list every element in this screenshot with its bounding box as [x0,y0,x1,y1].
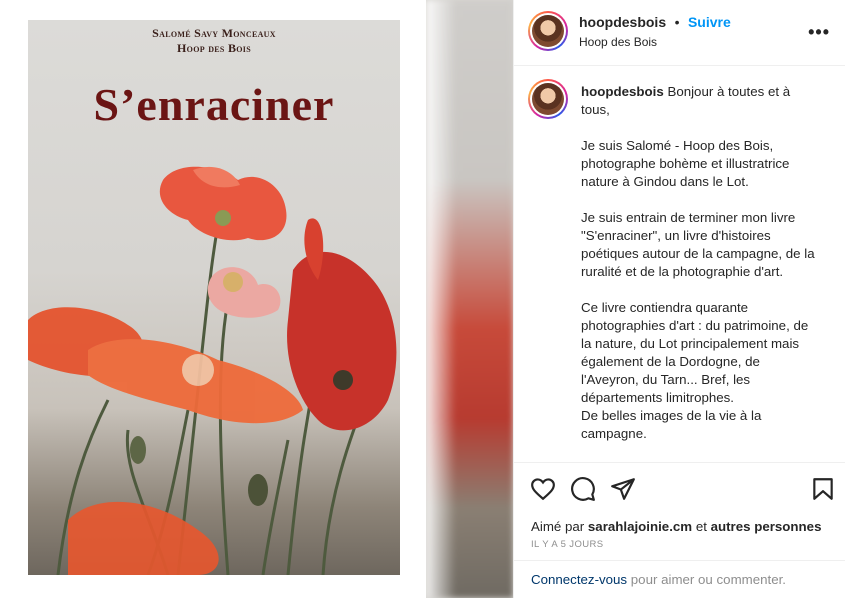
cover-author-name: Salomé Savy Monceaux [152,26,276,40]
heart-icon[interactable] [530,476,556,502]
caption-area: hoopdesbois Bonjour à toutes et à tous, … [514,67,845,463]
cover-author-brand: Hoop des Bois [177,41,251,55]
likes-summary: Aimé par sarahlajoinie.cm et autres pers… [531,519,821,534]
cover-title: S’enraciner [93,79,335,130]
cover-author: Salomé Savy Monceaux Hoop des Bois [28,26,400,56]
poppy-bottom [68,501,219,575]
poppy-pink [207,267,281,318]
likes-prefix: Aimé par [531,519,588,534]
poppy-left [28,307,303,424]
follow-button[interactable]: Suivre [688,14,731,30]
blurred-background [426,0,513,598]
post-panel: hoopdesbois • Suivre Hoop des Bois ••• h… [513,0,845,598]
location-link[interactable]: Hoop des Bois [579,35,657,49]
post-timestamp[interactable]: IL Y A 5 JOURS [531,539,604,550]
header-username[interactable]: hoopdesbois [579,14,666,30]
book-cover: Salomé Savy Monceaux Hoop des Bois S’enr… [28,20,400,575]
caption-body: Bonjour à toutes et à tous, Je suis Salo… [581,84,815,441]
action-bar [514,470,845,510]
comment-icon[interactable] [570,476,596,502]
post-header: hoopdesbois • Suivre Hoop des Bois ••• [514,0,845,66]
separator-dot: • [674,14,680,30]
caption-username[interactable]: hoopdesbois [581,84,664,99]
send-icon[interactable] [610,476,636,502]
poppy-right [287,218,397,431]
likes-middle: et [692,519,711,534]
login-link[interactable]: Connectez-vous [531,572,627,587]
caption-text: hoopdesbois Bonjour à toutes et à tous, … [581,83,816,443]
caption-profile-photo [532,83,564,115]
other-likers-link[interactable]: autres personnes [711,519,822,534]
post-image[interactable]: Salomé Savy Monceaux Hoop des Bois S’enr… [0,0,513,598]
login-prompt: Connectez-vous pour aimer ou commenter. [514,560,845,598]
caption-avatar[interactable] [528,79,568,119]
login-prompt-text: pour aimer ou commenter. [627,572,786,587]
avatar[interactable] [528,11,568,51]
bookmark-icon[interactable] [810,476,836,502]
liker-username[interactable]: sarahlajoinie.cm [588,519,692,534]
book-cover-page: Salomé Savy Monceaux Hoop des Bois S’enr… [0,0,426,598]
profile-photo [532,15,564,47]
more-options-icon[interactable]: ••• [808,22,830,43]
poppy-top [159,166,287,241]
